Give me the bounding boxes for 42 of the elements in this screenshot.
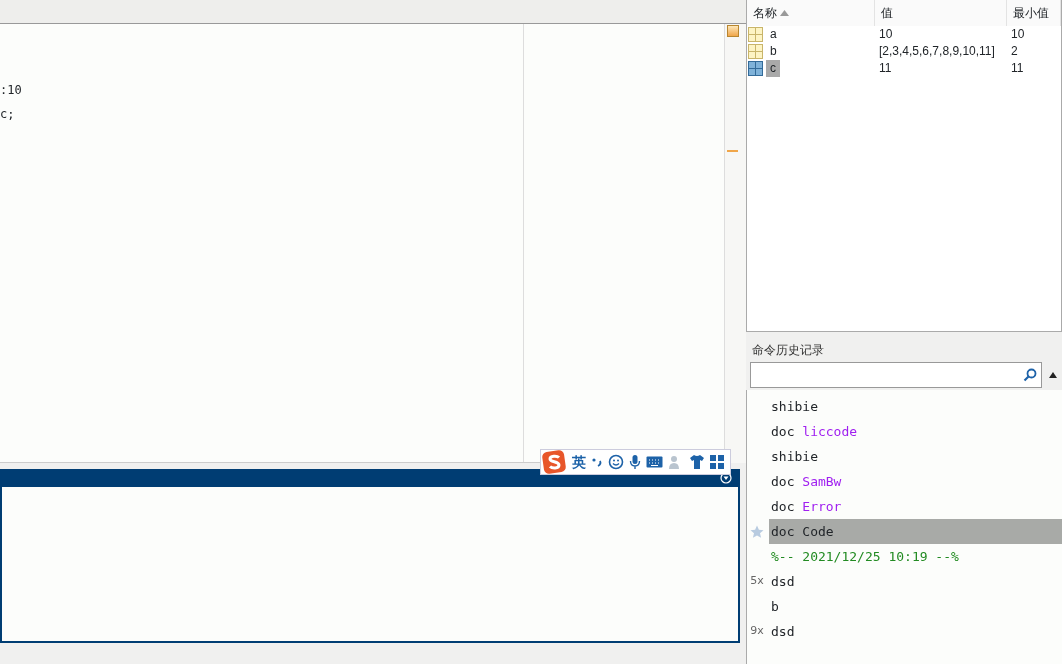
grid-icon[interactable] [710,455,724,469]
history-entry[interactable]: %-- 2021/12/25 10:19 --% [769,544,1062,569]
repeat-count: 5x [750,573,764,590]
repeat-count: 9x [750,623,764,640]
history-entry[interactable]: shibie [769,444,1062,469]
code-line: c; [0,105,16,123]
variable-grid-icon [748,27,763,42]
history-entry[interactable]: doc Code [769,519,1062,544]
column-header[interactable]: 名称 [747,0,875,26]
column-header[interactable]: 最小值 [1007,0,1061,26]
variable-name[interactable]: c [766,60,780,77]
variable-name[interactable]: a [766,26,781,43]
status-square-icon [727,25,739,37]
variable-name[interactable]: b [766,43,781,60]
smiley-icon[interactable] [608,454,624,470]
history-entry[interactable]: b [769,594,1062,619]
search-icon[interactable] [1023,368,1037,382]
table-cell-text: [2,3,4,5,6,7,8,9,10,11] [878,43,996,60]
table-cell-text: 10 [1010,26,1026,43]
table-cell-text: 10 [878,26,894,43]
history-entry[interactable]: doc liccode [769,419,1062,444]
history-entry[interactable]: dsd [769,619,1062,644]
table-cell-text: 11 [878,60,893,77]
table-cell-text: 11 [1010,60,1025,77]
table-cell-text: 2 [1010,43,1019,60]
history-entry[interactable]: doc SamBw [769,469,1062,494]
keyboard-icon[interactable] [646,456,663,468]
history-entry[interactable]: dsd [769,569,1062,594]
code-line: :10 [0,82,23,99]
shirt-icon[interactable] [689,454,705,470]
variable-grid-icon [748,61,763,76]
command-window[interactable] [0,469,740,643]
variable-grid-icon [748,44,763,59]
search-field[interactable] [750,362,1042,388]
ime-logo-icon[interactable] [541,449,567,475]
column-header[interactable]: 值 [875,0,1007,26]
microphone-icon[interactable] [629,454,641,470]
star-icon [750,524,764,539]
history-entry[interactable]: shibie [769,394,1062,419]
history-entry[interactable]: doc Error [769,494,1062,519]
collapse-arrow-icon[interactable] [1048,371,1058,379]
warning-marker [727,150,738,152]
